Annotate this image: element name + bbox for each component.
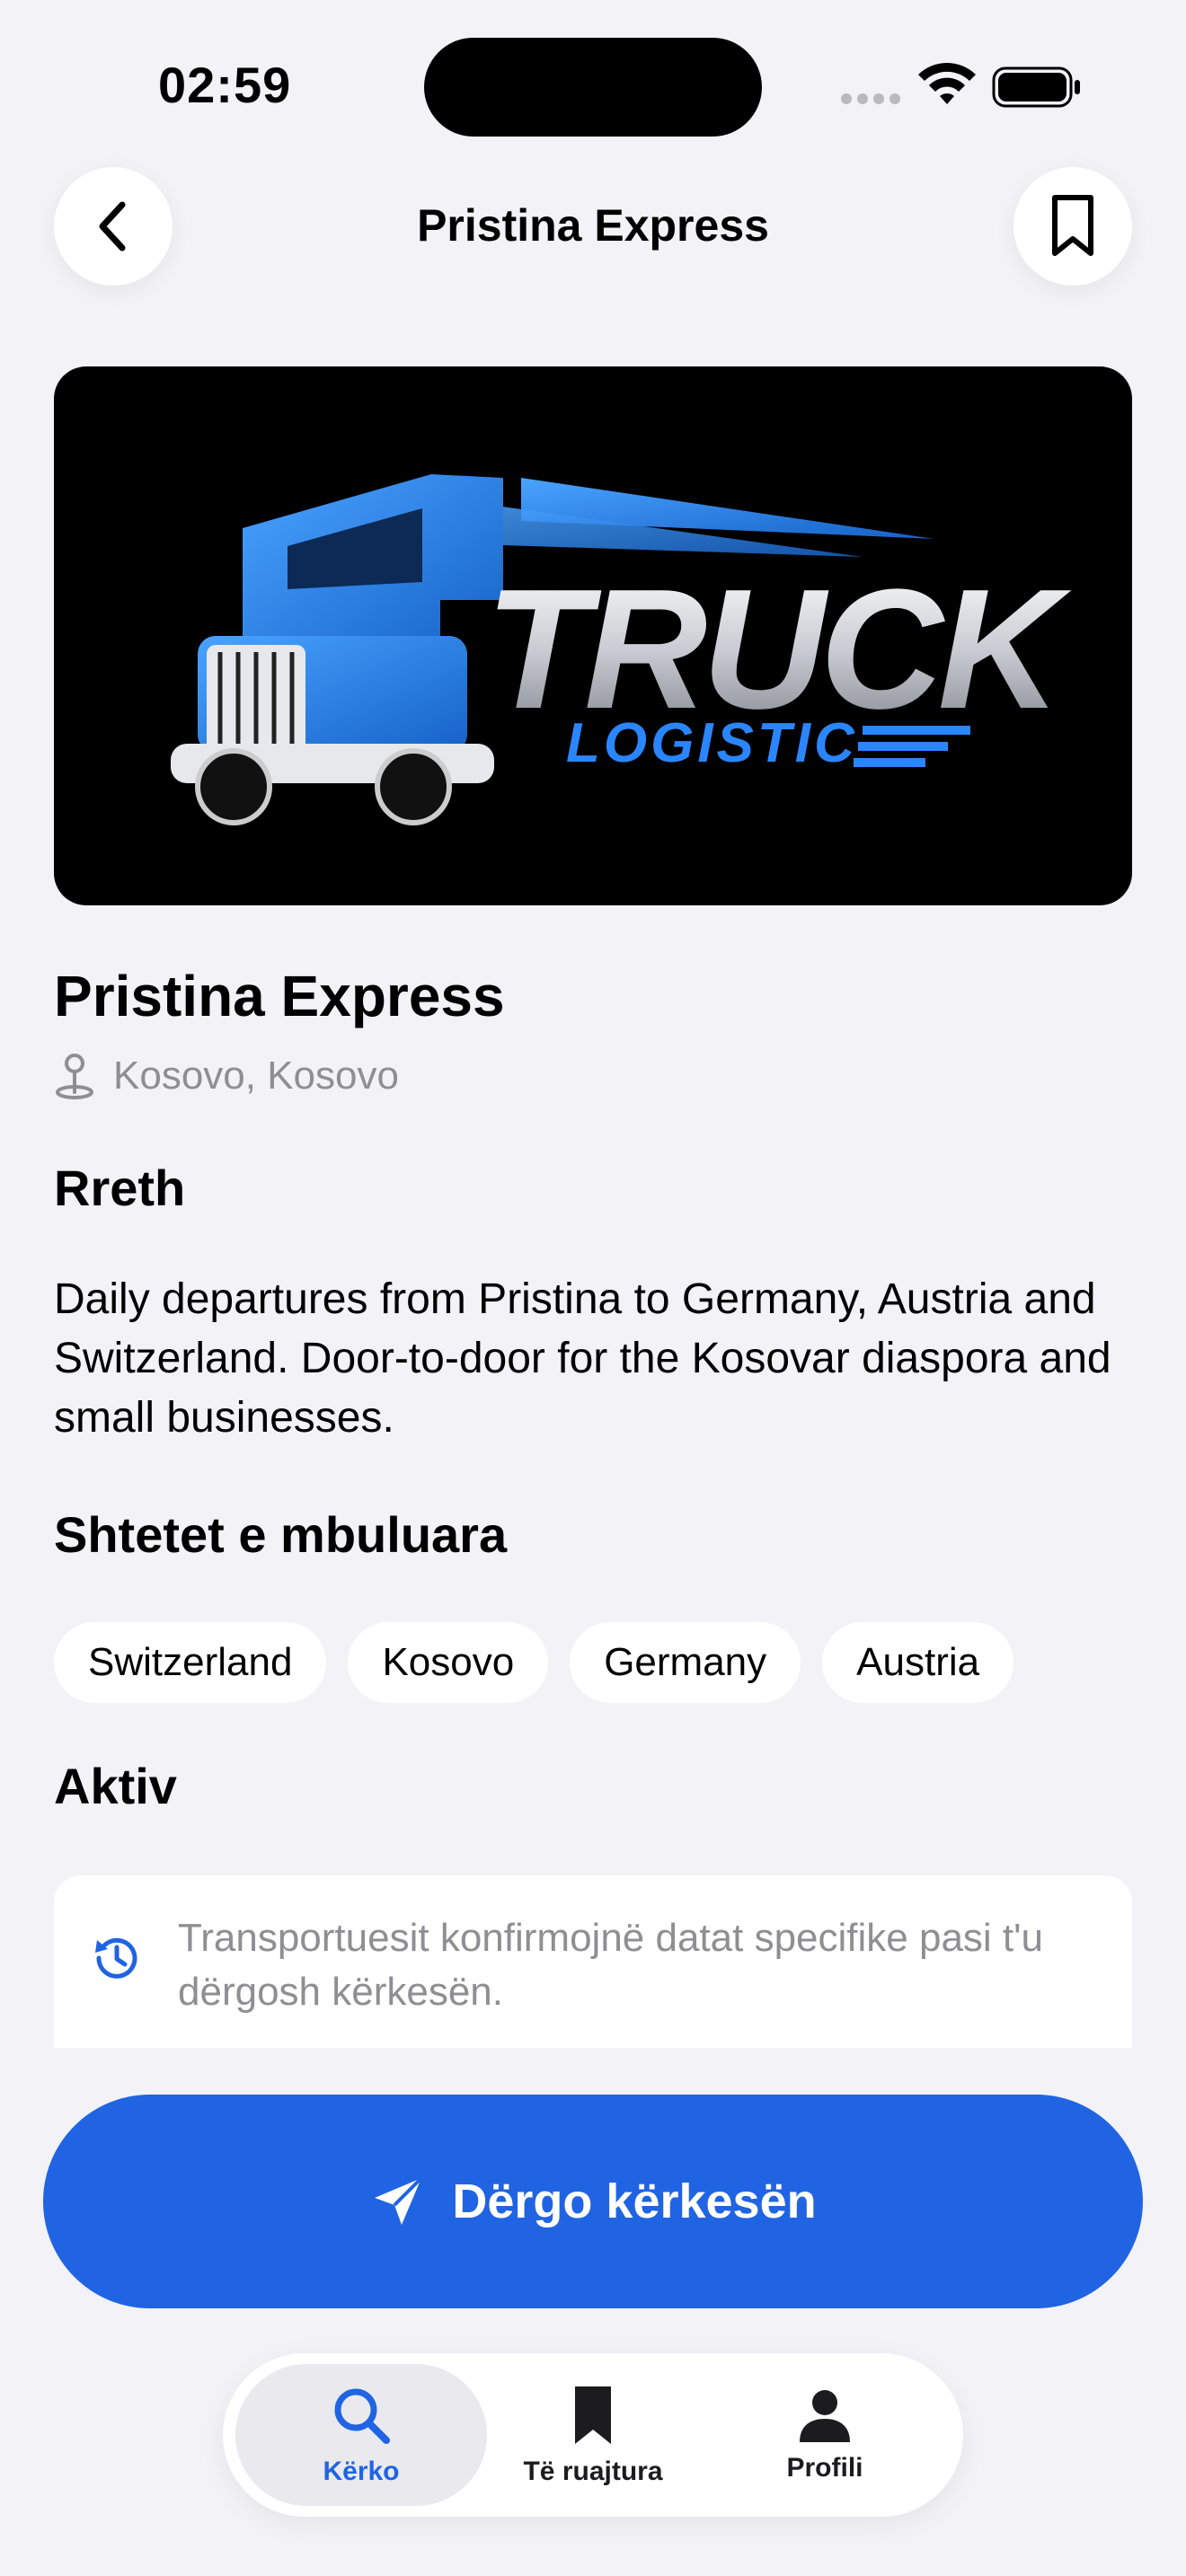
about-text: Daily departures from Pristina to German… (54, 1275, 1111, 1442)
tab-search[interactable]: Kërko (235, 2364, 487, 2506)
date-info-text: Transportuesit konfirmojnë datat specifi… (178, 1916, 1044, 2014)
status-time: 02:59 (158, 57, 292, 113)
tab-saved-label: Të ruajtura (523, 2457, 663, 2486)
tab-saved[interactable]: Të ruajtura (467, 2364, 719, 2506)
country-chip: Austria (822, 1622, 1014, 1703)
clock-history-icon (95, 1937, 137, 1979)
search-icon (334, 2388, 390, 2444)
company-logo-image: TRUCK LOGISTIC (54, 366, 1132, 905)
paper-plane-icon (375, 2176, 423, 2225)
person-icon (800, 2390, 850, 2442)
about-heading: Rreth (54, 1160, 186, 1216)
cellular-signal-icon (841, 93, 900, 104)
company-name: Pristina Express (54, 964, 505, 1028)
tab-bar: Kërko Të ruajtura Profili (223, 2353, 963, 2517)
bookmark-icon (1052, 195, 1093, 256)
battery-icon (992, 66, 1080, 108)
tab-profile[interactable]: Profili (699, 2364, 951, 2506)
logo-subword: LOGISTIC (566, 712, 858, 774)
tab-profile-label: Profili (786, 2453, 863, 2483)
active-heading: Aktiv (54, 1758, 177, 1814)
country-chip: Germany (570, 1622, 801, 1703)
send-request-label: Dërgo kërkesën (452, 2175, 817, 2228)
countries-heading: Shtetet e mbuluara (54, 1506, 508, 1563)
wifi-icon (918, 63, 976, 104)
page-title: Pristina Express (417, 200, 769, 251)
bookmark-button[interactable] (1013, 167, 1132, 286)
tab-search-label: Kërko (323, 2457, 400, 2486)
bookmark-icon (575, 2386, 611, 2444)
location-text: Kosovo, Kosovo (113, 1054, 399, 1098)
country-chip: Kosovo (348, 1622, 549, 1703)
dynamic-island (424, 38, 762, 137)
country-chip: Switzerland (54, 1622, 327, 1703)
country-chips: Switzerland Kosovo Germany Austria (54, 1622, 1014, 1703)
date-info-card: Transportuesit konfirmojnë datat specifi… (54, 1875, 1132, 2055)
location-row: Kosovo, Kosovo (54, 1053, 399, 1099)
location-pin-icon (56, 1054, 93, 1099)
send-request-button[interactable]: Dërgo kërkesën (43, 2095, 1143, 2308)
